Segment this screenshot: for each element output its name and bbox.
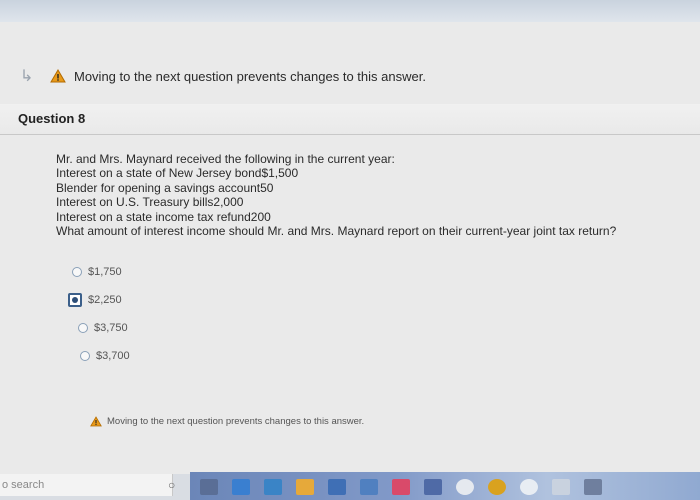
amazon-icon[interactable] [424, 479, 442, 495]
answer-option-a[interactable]: $1,750 [72, 258, 130, 286]
answer-label: $3,750 [94, 322, 128, 334]
question-line: Interest on a state of New Jersey bond$1… [56, 166, 299, 181]
warning-text: Moving to the next question prevents cha… [107, 416, 365, 427]
question-line: Interest on a state income tax refund200 [56, 209, 271, 224]
warning-triangle-icon [50, 69, 66, 83]
question-header: Question 8 [0, 104, 700, 135]
radio-button[interactable] [72, 267, 82, 277]
question-line: What amount of interest income should Mr… [56, 224, 617, 239]
store-icon[interactable] [328, 479, 346, 495]
answer-label: $2,250 [88, 294, 122, 306]
radio-button-selected[interactable] [68, 293, 82, 307]
radio-button[interactable] [80, 351, 90, 361]
warning-message-top: ↳ Moving to the next question prevents c… [20, 66, 426, 86]
photos-icon[interactable] [584, 479, 602, 495]
question-line: Mr. and Mrs. Maynard received the follow… [56, 152, 395, 166]
warning-text: Moving to the next question prevents cha… [74, 68, 426, 84]
warning-message-bottom: Moving to the next question prevents cha… [90, 416, 364, 427]
warning-triangle-icon [90, 416, 102, 427]
taskbar-icons [200, 474, 602, 500]
radio-button[interactable] [78, 323, 88, 333]
app-icon[interactable] [520, 479, 538, 495]
answer-option-c[interactable]: $3,750 [78, 314, 130, 342]
answer-label: $1,750 [88, 266, 122, 278]
app-icon[interactable] [456, 479, 474, 495]
taskbar: o search ○ [0, 472, 700, 500]
chrome-icon[interactable] [488, 479, 506, 495]
dropbox-icon[interactable] [360, 479, 378, 495]
answer-label: $3,700 [96, 350, 130, 362]
microphone-icon[interactable]: ○ [168, 478, 175, 492]
question-line: Blender for opening a savings account50 [56, 180, 274, 195]
return-arrow-icon: ↳ [20, 68, 34, 85]
browser-top-bar [0, 0, 700, 22]
answer-option-d[interactable]: $3,700 [80, 342, 130, 370]
internet-explorer-icon[interactable] [264, 479, 282, 495]
taskbar-search-input[interactable]: o search [0, 474, 173, 496]
answer-option-b[interactable]: $2,250 [68, 286, 130, 314]
file-explorer-icon[interactable] [296, 479, 314, 495]
app-icon[interactable] [552, 479, 570, 495]
answer-options: $1,750 $2,250 $3,750 $3,700 [68, 258, 130, 370]
app-icon[interactable] [392, 479, 410, 495]
question-text: Mr. and Mrs. Maynard received the follow… [56, 152, 666, 238]
task-view-icon[interactable] [200, 479, 218, 495]
question-line: Interest on U.S. Treasury bills2,000 [56, 195, 244, 210]
question-title: Question 8 [18, 111, 86, 126]
edge-browser-icon[interactable] [232, 479, 250, 495]
